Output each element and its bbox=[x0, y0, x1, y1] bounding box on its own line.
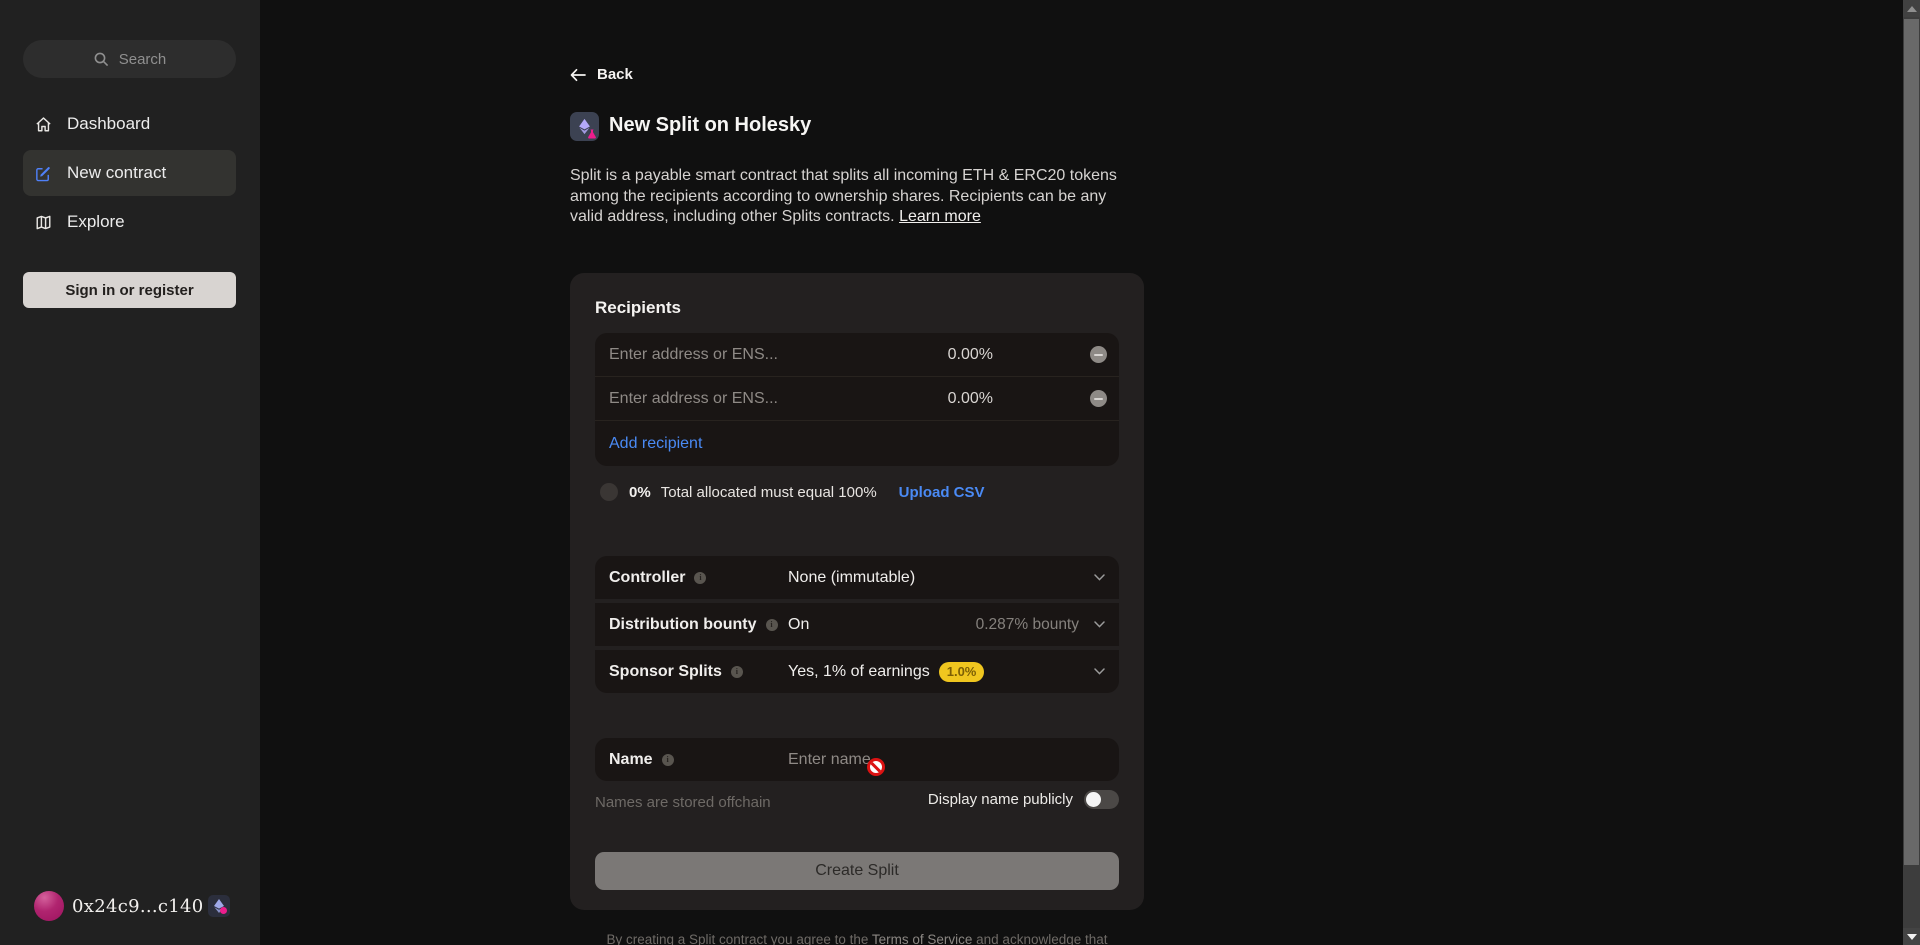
edit-pencil-icon bbox=[34, 164, 53, 183]
minus-icon bbox=[1094, 354, 1103, 356]
terms-of-service-link[interactable]: Terms of Service bbox=[872, 932, 973, 945]
learn-more-link[interactable]: Learn more bbox=[899, 208, 981, 225]
add-recipient-label: Add recipient bbox=[609, 435, 702, 453]
settings-group: Controller i None (immutable) Distributi… bbox=[595, 556, 1119, 693]
terms-agreement-note: By creating a Split contract you agree t… bbox=[570, 931, 1144, 945]
description-text: Split is a payable smart contract that s… bbox=[570, 167, 1117, 225]
controller-row[interactable]: Controller i None (immutable) bbox=[595, 556, 1119, 599]
page-title: New Split on Holesky bbox=[609, 114, 811, 137]
remove-recipient-button[interactable] bbox=[1090, 346, 1107, 363]
recipient-row: 0.00% bbox=[595, 377, 1119, 421]
page-description: Split is a payable smart contract that s… bbox=[570, 166, 1119, 228]
back-label: Back bbox=[597, 66, 633, 83]
chevron-down-icon bbox=[1094, 668, 1105, 675]
recipients-heading: Recipients bbox=[595, 298, 681, 318]
sponsor-splits-label: Sponsor Splits bbox=[609, 663, 722, 681]
holesky-network-icon bbox=[570, 112, 599, 141]
agreement-prefix: By creating a Split contract you agree t… bbox=[606, 932, 871, 945]
sidebar-item-dashboard[interactable]: Dashboard bbox=[23, 103, 236, 145]
home-icon bbox=[34, 115, 53, 134]
controller-value: None (immutable) bbox=[788, 569, 915, 587]
network-badge[interactable] bbox=[208, 895, 230, 917]
display-name-label: Display name publicly bbox=[928, 791, 1073, 808]
not-allowed-cursor-icon bbox=[867, 758, 885, 776]
sponsor-percent-badge: 1.0% bbox=[939, 662, 985, 682]
create-split-button[interactable]: Create Split bbox=[595, 852, 1119, 890]
allocation-status-row: 0% Total allocated must equal 100% Uploa… bbox=[600, 483, 985, 501]
create-split-label: Create Split bbox=[815, 862, 899, 880]
toggle-knob bbox=[1086, 792, 1101, 807]
remove-recipient-button[interactable] bbox=[1090, 390, 1107, 407]
name-input[interactable] bbox=[788, 751, 1028, 769]
testnet-dot-icon bbox=[220, 907, 227, 914]
names-offchain-note: Names are stored offchain bbox=[595, 794, 771, 811]
allocation-progress-ring bbox=[600, 483, 618, 501]
distribution-bounty-label: Distribution bounty bbox=[609, 616, 757, 634]
scrollbar-thumb[interactable] bbox=[1904, 19, 1919, 865]
name-row: Name i bbox=[595, 738, 1119, 781]
sidebar-item-new-contract[interactable]: New contract bbox=[23, 150, 236, 196]
arrow-down-icon bbox=[1907, 934, 1917, 940]
new-split-card: Recipients 0.00% 0.00% Add recipient 0% … bbox=[570, 273, 1144, 910]
bounty-detail: 0.287% bounty bbox=[976, 616, 1079, 634]
display-name-setting: Display name publicly bbox=[928, 790, 1119, 809]
sidebar-item-label: Explore bbox=[67, 212, 125, 232]
recipient-percent-value[interactable]: 0.00% bbox=[948, 346, 993, 364]
recipient-row: 0.00% bbox=[595, 333, 1119, 377]
sidebar-item-explore[interactable]: Explore bbox=[23, 201, 236, 243]
sign-in-label: Sign in or register bbox=[65, 282, 193, 299]
allocation-percent: 0% bbox=[629, 484, 651, 501]
minus-icon bbox=[1094, 398, 1103, 400]
recipients-list: 0.00% 0.00% Add recipient bbox=[595, 333, 1119, 466]
sidebar-item-label: Dashboard bbox=[67, 114, 150, 134]
wallet-address[interactable]: 0x24c9...c140 bbox=[72, 896, 204, 917]
name-label: Name bbox=[609, 751, 653, 769]
sidebar-item-label: New contract bbox=[67, 163, 166, 183]
recipient-address-input[interactable] bbox=[609, 390, 1105, 408]
info-icon: i bbox=[731, 666, 743, 678]
scroll-down-button[interactable] bbox=[1903, 928, 1920, 945]
map-icon bbox=[34, 213, 53, 232]
allocation-message: Total allocated must equal 100% bbox=[661, 484, 877, 501]
distribution-bounty-row[interactable]: Distribution bounty i On 0.287% bounty bbox=[595, 603, 1119, 646]
upload-csv-link[interactable]: Upload CSV bbox=[899, 484, 985, 501]
info-icon: i bbox=[694, 572, 706, 584]
sponsor-splits-row[interactable]: Sponsor Splits i Yes, 1% of earnings 1.0… bbox=[595, 650, 1119, 693]
search-input[interactable]: Search bbox=[23, 40, 236, 78]
sidebar: Search Dashboard New contract Explore bbox=[0, 0, 260, 945]
back-button[interactable]: Back bbox=[570, 66, 633, 83]
display-name-toggle[interactable] bbox=[1084, 790, 1119, 809]
controller-label: Controller bbox=[609, 569, 685, 587]
add-recipient-button[interactable]: Add recipient bbox=[595, 421, 1119, 466]
sponsor-splits-text: Yes, 1% of earnings bbox=[788, 663, 930, 681]
chevron-down-icon bbox=[1094, 574, 1105, 581]
avatar[interactable] bbox=[34, 891, 64, 921]
recipient-percent-value[interactable]: 0.00% bbox=[948, 390, 993, 408]
vertical-scrollbar[interactable] bbox=[1903, 0, 1920, 945]
search-icon bbox=[93, 51, 110, 68]
chevron-down-icon bbox=[1094, 621, 1105, 628]
arrow-up-icon bbox=[1907, 6, 1917, 12]
search-placeholder: Search bbox=[119, 51, 167, 68]
agreement-suffix: and acknowledge that bbox=[972, 932, 1107, 945]
scroll-up-button[interactable] bbox=[1903, 0, 1920, 17]
sponsor-splits-value: Yes, 1% of earnings 1.0% bbox=[788, 662, 984, 682]
recipient-address-input[interactable] bbox=[609, 346, 1105, 364]
distribution-bounty-value: On bbox=[788, 616, 809, 634]
info-icon: i bbox=[766, 619, 778, 631]
arrow-left-icon bbox=[570, 68, 586, 82]
testnet-flask-icon bbox=[587, 129, 597, 139]
info-icon: i bbox=[662, 754, 674, 766]
sign-in-button[interactable]: Sign in or register bbox=[23, 272, 236, 308]
